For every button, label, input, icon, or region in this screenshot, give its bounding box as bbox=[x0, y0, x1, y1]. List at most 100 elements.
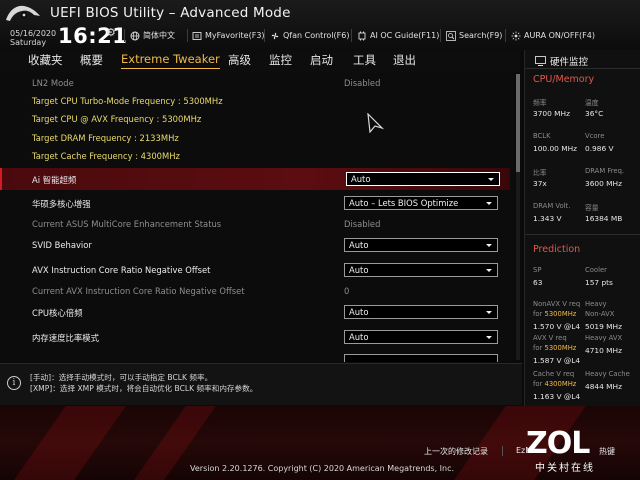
chevron-down-icon bbox=[486, 202, 492, 205]
setting-row-svid-behavior[interactable]: SVID Behavior Auto bbox=[0, 234, 510, 256]
fan-icon bbox=[271, 32, 279, 39]
last-modified-link[interactable]: 上一次的修改记录 bbox=[424, 446, 488, 457]
hardware-monitor-title: 硬件监控 bbox=[535, 54, 588, 68]
setting-label: CPU核心倍频 bbox=[32, 308, 83, 318]
cpu-core-ratio-dropdown[interactable]: Auto bbox=[344, 305, 498, 319]
info-label: Target DRAM Frequency : 2133MHz bbox=[32, 133, 179, 143]
for-text: for bbox=[533, 380, 543, 388]
cache-vreq-label: Cache V req bbox=[533, 370, 575, 378]
heavy-cache-value: 4844 MHz bbox=[585, 382, 622, 391]
language-button[interactable]: 简体中文 bbox=[130, 29, 175, 42]
ai-overclock-tuner-dropdown[interactable]: Auto bbox=[346, 172, 500, 186]
help-text: [手动]：选择手动模式时，可以手动指定 BCLK 频率。 [XMP]：选择 XM… bbox=[30, 372, 257, 394]
header-divider bbox=[351, 29, 352, 42]
svid-behavior-dropdown[interactable]: Auto bbox=[344, 238, 498, 252]
settings-scrollbar[interactable] bbox=[516, 74, 520, 360]
vcore-value: 0.986 V bbox=[585, 144, 614, 153]
setting-label: 华硕多核心增强 bbox=[32, 199, 91, 209]
chevron-down-icon bbox=[488, 178, 494, 181]
aura-toggle-button[interactable]: AURA ON/OFF(F4) bbox=[511, 29, 595, 42]
qfan-control-button[interactable]: Qfan Control(F6) bbox=[270, 29, 349, 42]
capacity-label: 容量 bbox=[585, 204, 599, 212]
ai-oc-guide-button[interactable]: AI OC Guide(F11) bbox=[357, 29, 439, 42]
setting-row-avx-offset[interactable]: AVX Instruction Core Ratio Negative Offs… bbox=[0, 259, 510, 281]
mouse-cursor-icon bbox=[367, 113, 384, 133]
tab-favorites[interactable]: 收藏夹 bbox=[28, 52, 63, 68]
setting-value: Disabled bbox=[344, 219, 381, 229]
dropdown-value: Auto bbox=[351, 174, 371, 184]
cpu-frequency-value: 3700 MHz bbox=[533, 109, 570, 118]
hardware-monitor-panel: 硬件监控 CPU/Memory 频率 温度 3700 MHz 36°C BCLK… bbox=[524, 50, 640, 406]
memory-ratio-dropdown[interactable]: Auto bbox=[344, 330, 498, 344]
tab-exit[interactable]: 退出 bbox=[393, 52, 416, 68]
avx-vreq-label: AVX V req bbox=[533, 334, 567, 342]
search-button[interactable]: Search(F9) bbox=[446, 29, 502, 42]
next-setting-dropdown[interactable] bbox=[344, 354, 498, 362]
help-bar: i [手动]：选择手动模式时，可以手动指定 BCLK 频率。 [XMP]：选择 … bbox=[0, 363, 522, 405]
cooler-value: 157 pts bbox=[585, 278, 613, 287]
ai-oc-icon bbox=[358, 31, 366, 40]
dram-freq-value: 3600 MHz bbox=[585, 179, 622, 188]
globe-icon bbox=[130, 31, 140, 40]
header-bar: UEFI BIOS Utility – Advanced Mode 05/16/… bbox=[0, 0, 640, 50]
setting-value: Disabled bbox=[344, 78, 381, 88]
header-divider bbox=[264, 29, 265, 42]
dram-freq-label: DRAM Freq. bbox=[585, 167, 625, 175]
sp-label: SP bbox=[533, 266, 542, 274]
asus-multicore-dropdown[interactable]: Auto – Lets BIOS Optimize bbox=[344, 196, 498, 210]
cache-vreq-value: 1.163 V @L4 bbox=[533, 392, 581, 401]
chevron-down-icon bbox=[486, 244, 492, 247]
heavy-cache-label: Heavy Cache bbox=[585, 370, 630, 378]
avx-vreq-value: 1.587 V @L4 bbox=[533, 356, 581, 365]
nonavx-vreq-value: 1.570 V @L4 bbox=[533, 322, 581, 331]
setting-row-ai-overclock-tuner[interactable]: Ai 智能超频 Auto bbox=[0, 168, 510, 190]
info-row-cache-frequency: Target Cache Frequency : 4300MHz bbox=[0, 145, 510, 167]
setting-label: Ai 智能超频 bbox=[32, 175, 77, 185]
capacity-value: 16384 MB bbox=[585, 214, 623, 223]
cooler-label: Cooler bbox=[585, 266, 607, 274]
avx-target-frequency: 5300MHz bbox=[544, 344, 577, 352]
tab-monitor[interactable]: 监控 bbox=[269, 52, 292, 68]
chevron-down-icon bbox=[486, 269, 492, 272]
tab-extreme-tweaker[interactable]: Extreme Tweaker bbox=[121, 52, 220, 69]
dropdown-value: Auto bbox=[349, 332, 369, 342]
avx-offset-dropdown[interactable]: Auto bbox=[344, 263, 498, 277]
footer-divider bbox=[502, 446, 503, 456]
tab-advanced[interactable]: 高级 bbox=[228, 52, 251, 68]
tab-main[interactable]: 概要 bbox=[80, 52, 103, 68]
heavy-avx-value: 4710 MHz bbox=[585, 346, 622, 355]
dropdown-value: Auto – Lets BIOS Optimize bbox=[349, 198, 459, 208]
setting-value: 0 bbox=[344, 286, 350, 296]
cache-target-frequency: 4300MHz bbox=[544, 380, 577, 388]
setting-row-asus-multicore[interactable]: 华硕多核心增强 Auto – Lets BIOS Optimize bbox=[0, 192, 510, 214]
setting-row-memory-ratio-mode[interactable]: 内存速度比率模式 Auto bbox=[0, 326, 510, 348]
ratio-value: 37x bbox=[533, 179, 547, 188]
bclk-label: BCLK bbox=[533, 132, 551, 140]
setting-row-cpu-core-ratio[interactable]: CPU核心倍频 Auto bbox=[0, 301, 510, 323]
setting-row-next[interactable] bbox=[0, 352, 510, 362]
help-line: [XMP]：选择 XMP 模式时，将会自动优化 BCLK 频率和内存参数。 bbox=[30, 384, 258, 393]
time-display: 16:21 bbox=[58, 24, 128, 48]
zol-watermark-word: ZOL bbox=[526, 426, 590, 461]
settings-list: LN2 Mode Disabled Target CPU Turbo-Mode … bbox=[0, 72, 514, 362]
aura-icon bbox=[511, 31, 521, 40]
header-divider bbox=[505, 29, 506, 42]
heavy-nonavx-value: 5019 MHz bbox=[585, 322, 622, 331]
dropdown-value: Auto bbox=[349, 265, 369, 275]
dram-volt-label: DRAM Volt. bbox=[533, 202, 571, 210]
scrollbar-thumb[interactable] bbox=[516, 74, 520, 172]
setting-row-current-avx-offset: Current AVX Instruction Core Ratio Negat… bbox=[0, 280, 510, 302]
avx-for-line: for 5300MHz bbox=[533, 344, 576, 352]
info-label: Target CPU @ AVX Frequency : 5300MHz bbox=[32, 114, 202, 124]
date-display: 05/16/2020 Saturday bbox=[10, 29, 56, 47]
vcore-label: Vcore bbox=[585, 132, 605, 140]
zol-watermark-subtitle: 中关村在线 bbox=[535, 463, 595, 474]
setting-row-multicore-status: Current ASUS MultiCore Enhancement Statu… bbox=[0, 213, 510, 235]
my-favorite-button[interactable]: MyFavorite(F3) bbox=[192, 29, 265, 42]
rog-logo-icon bbox=[6, 5, 40, 21]
tab-tool[interactable]: 工具 bbox=[353, 52, 376, 68]
tab-boot[interactable]: 启动 bbox=[310, 52, 333, 68]
time-settings-icon[interactable]: ⚙ bbox=[106, 26, 116, 39]
hardware-monitor-label: 硬件监控 bbox=[550, 57, 589, 68]
setting-label: 内存速度比率模式 bbox=[32, 333, 99, 343]
